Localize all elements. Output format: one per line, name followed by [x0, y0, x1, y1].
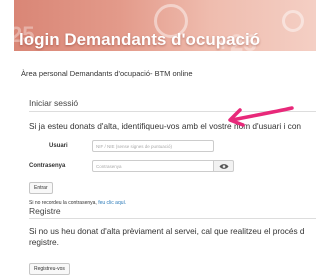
login-section-title: Iniciar sessió	[29, 98, 79, 108]
annotation-arrow	[228, 106, 294, 127]
banner-title: login Demandants d'ocupació	[19, 30, 261, 49]
user-label: Usuari	[49, 143, 68, 149]
register-section-title: Registre	[29, 206, 61, 216]
page-subtitle: Àrea personal Demandants d'ocupació- BTM…	[21, 69, 193, 78]
eye-icon	[219, 163, 228, 169]
user-input[interactable]	[92, 140, 214, 152]
enter-button[interactable]: Entrar	[29, 182, 53, 194]
banner-bubble-decoration	[282, 10, 304, 32]
header-banner: 25 +25 login Demandants d'ocupació	[14, 0, 316, 51]
forgot-password-link[interactable]: feu clic aquí.	[98, 200, 126, 206]
password-label: Contrasenya	[29, 163, 66, 169]
password-input[interactable]	[92, 160, 214, 172]
show-password-button[interactable]	[214, 160, 234, 172]
register-section-divider	[29, 218, 316, 219]
register-button[interactable]: Registreu-vos	[29, 263, 70, 275]
register-text: Si no us heu donat d'alta prèviament al …	[29, 226, 305, 247]
